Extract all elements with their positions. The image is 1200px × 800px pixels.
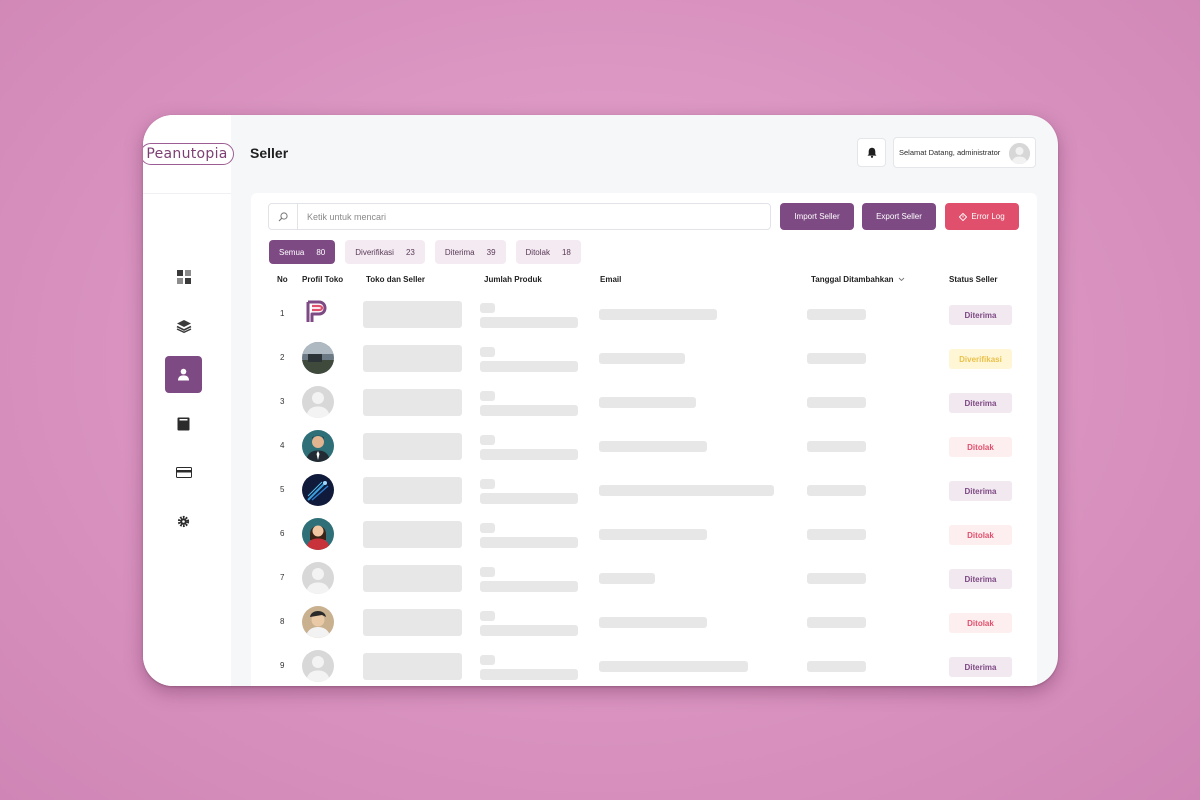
notification-button[interactable] [857, 138, 886, 167]
filter-count: 18 [561, 247, 571, 257]
table-row[interactable]: 4 Ditolak [251, 426, 1037, 470]
filter-ditolak[interactable]: Ditolak 18 [515, 240, 581, 264]
sidebar-item-settings[interactable] [165, 503, 202, 540]
bell-icon [867, 147, 876, 158]
sidebar-item-payments[interactable] [165, 454, 202, 491]
filter-label: Diverifikasi [355, 247, 394, 257]
status-badge: Diterima [949, 657, 1012, 677]
row-number: 9 [280, 661, 285, 670]
person-cap-avatar [302, 606, 334, 638]
status-badge: Ditolak [949, 525, 1012, 545]
layers-icon [176, 319, 191, 333]
filter-label: Diterima [444, 247, 475, 257]
search-bar [268, 203, 771, 230]
filter-diterima[interactable]: Diterima 39 [434, 240, 506, 264]
sidebar-item-seller[interactable] [165, 356, 202, 393]
table-row[interactable]: 1 Diterima [251, 294, 1037, 338]
sidebar-item-products[interactable] [165, 307, 202, 344]
table-row[interactable]: 9 Diterima [251, 646, 1037, 686]
status-badge: Ditolak [949, 437, 1012, 457]
col-header-no: No [277, 275, 288, 284]
main-content: Seller Selamat Datang, administrator Ket… [231, 115, 1058, 686]
error-log-label: Error Log [971, 212, 1005, 221]
row-number: 6 [280, 529, 285, 538]
sidebar: Peanutopia [143, 115, 234, 686]
status-badge: Diverifikasi [949, 349, 1012, 369]
default-person-icon [302, 386, 334, 418]
filter-label: Ditolak [525, 247, 550, 257]
filter-count: 23 [405, 247, 415, 257]
status-filters: Semua 80 Diverifikasi 23 Diterima 39 Dit… [269, 240, 581, 264]
filter-count: 39 [486, 247, 496, 257]
row-number: 8 [280, 617, 285, 626]
app-logo[interactable]: Peanutopia [143, 143, 234, 165]
default-person-icon [302, 650, 334, 682]
table-row[interactable]: 6 Ditolak [251, 514, 1037, 558]
default-person-icon [302, 562, 334, 594]
col-header-date-label: Tanggal Ditambahkan [811, 275, 894, 284]
export-seller-button[interactable]: Export Seller [862, 203, 936, 230]
filter-label: Semua [279, 247, 305, 257]
woman-avatar [302, 518, 334, 550]
col-header-email: Email [600, 275, 622, 284]
status-badge: Ditolak [949, 613, 1012, 633]
user-icon [178, 368, 189, 381]
status-badge: Diterima [949, 393, 1012, 413]
search-input[interactable] [298, 211, 758, 222]
table-header: No Profil Toko Toko dan Seller Jumlah Pr… [251, 275, 1037, 289]
seller-panel: Import Seller Export Seller Error Log Se… [251, 193, 1037, 686]
p-logo-avatar [302, 298, 334, 330]
row-number: 3 [280, 397, 285, 406]
sidebar-item-orders[interactable] [165, 405, 202, 442]
sidebar-item-dashboard[interactable] [165, 258, 202, 295]
logo-area: Peanutopia [143, 115, 234, 194]
page-title: Seller [250, 145, 289, 161]
row-number: 2 [280, 353, 285, 362]
row-number: 1 [280, 309, 285, 318]
error-log-button[interactable]: Error Log [945, 203, 1019, 230]
warning-diamond-icon [959, 212, 968, 221]
status-badge: Diterima [949, 481, 1012, 501]
sidebar-nav [165, 258, 202, 552]
status-badge: Diterima [949, 569, 1012, 589]
table-row[interactable]: 8 Ditolak [251, 602, 1037, 646]
status-badge: Diterima [949, 305, 1012, 325]
col-header-store: Toko dan Seller [366, 275, 425, 284]
col-header-date[interactable]: Tanggal Ditambahkan [811, 275, 905, 284]
dark-graphic-avatar [302, 474, 334, 506]
outdoor-photo-avatar [302, 342, 334, 374]
filter-count: 80 [316, 247, 326, 257]
man-suit-avatar [302, 430, 334, 462]
search-icon [269, 204, 298, 229]
col-header-products: Jumlah Produk [484, 275, 542, 284]
user-menu[interactable]: Selamat Datang, administrator [893, 137, 1036, 168]
chevron-down-icon [898, 277, 904, 282]
col-header-profile: Profil Toko [302, 275, 344, 284]
row-number: 7 [280, 573, 285, 582]
col-header-status: Status Seller [949, 275, 998, 284]
welcome-text: Selamat Datang, administrator [899, 148, 1001, 157]
row-number: 4 [280, 441, 285, 450]
table-row[interactable]: 5 Diterima [251, 470, 1037, 514]
filter-semua[interactable]: Semua 80 [269, 240, 336, 264]
app-window: Peanutopia Seller Selamat Datang, admini… [143, 115, 1058, 686]
gear-icon [177, 515, 190, 528]
avatar [1009, 143, 1030, 164]
import-seller-button[interactable]: Import Seller [780, 203, 854, 230]
card-icon [175, 467, 192, 478]
table-row[interactable]: 7 Diterima [251, 558, 1037, 602]
filter-diverifikasi[interactable]: Diverifikasi 23 [345, 240, 425, 264]
table-row[interactable]: 3 Diterima [251, 382, 1037, 426]
dashboard-icon [176, 269, 191, 284]
book-icon [177, 417, 190, 430]
row-number: 5 [280, 485, 285, 494]
table-row[interactable]: 2 Diverifikasi [251, 338, 1037, 382]
